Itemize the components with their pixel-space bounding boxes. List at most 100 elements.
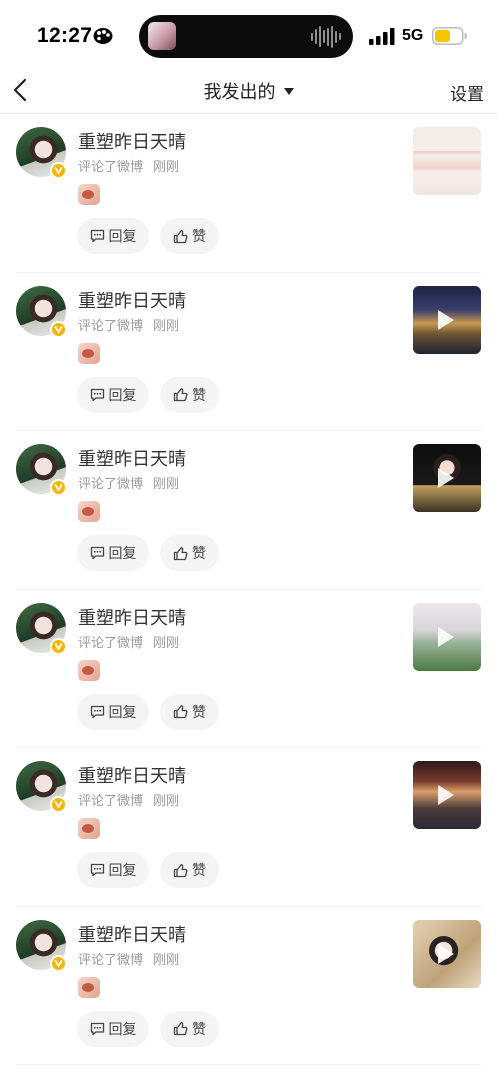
reply-label: 回复	[108, 1020, 137, 1037]
play-icon	[438, 785, 454, 805]
thumbs-up-icon	[173, 1022, 188, 1036]
like-label: 赞	[192, 862, 206, 878]
navigation-header: 我发出的 设置	[0, 70, 497, 114]
reply-button[interactable]: 回复	[77, 376, 149, 413]
chevron-down-icon	[283, 87, 294, 95]
like-button[interactable]: 赞	[160, 693, 219, 730]
verified-badge-icon	[50, 796, 67, 813]
username[interactable]: 重塑昨日天晴	[78, 921, 186, 947]
comment-icon	[90, 388, 104, 401]
like-button[interactable]: 赞	[160, 218, 219, 254]
post-thumbnail[interactable]	[413, 444, 481, 512]
thumbs-up-icon	[173, 705, 188, 719]
username[interactable]: 重塑昨日天晴	[78, 128, 186, 154]
username[interactable]: 重塑昨日天晴	[78, 762, 186, 788]
now-playing-thumbnail	[148, 22, 176, 50]
audio-wave-icon	[311, 25, 341, 48]
like-button[interactable]: 赞	[160, 852, 219, 888]
post-thumbnail[interactable]	[413, 285, 481, 354]
feed-item[interactable]: 重塑昨日天晴 评论了微博 刚刚 回复 赞	[16, 907, 481, 1065]
emoji-sticker-icon	[78, 976, 100, 998]
play-icon	[438, 626, 454, 647]
verified-badge-icon	[50, 637, 67, 655]
emoji-sticker-icon	[78, 501, 100, 522]
emoji-sticker-icon	[78, 659, 100, 681]
reply-label: 回复	[108, 228, 137, 244]
reply-label: 回复	[108, 862, 137, 878]
reply-button[interactable]: 回复	[77, 693, 149, 730]
activity-meta: 评论了微博 刚刚	[78, 949, 179, 968]
focus-mode-icon	[93, 28, 113, 44]
page-title-dropdown[interactable]: 我发出的	[0, 78, 497, 104]
like-button[interactable]: 赞	[160, 376, 219, 413]
like-label: 赞	[192, 228, 206, 244]
like-button[interactable]: 赞	[160, 535, 219, 571]
activity-action: 评论了微博	[78, 317, 144, 333]
verified-badge-icon	[50, 479, 67, 496]
cellular-signal-icon	[369, 28, 395, 45]
reply-button[interactable]: 回复	[77, 218, 149, 254]
battery-icon	[432, 27, 467, 45]
verified-badge-icon	[50, 162, 67, 179]
settings-button[interactable]: 设置	[450, 80, 484, 105]
activity-action: 评论了微博	[78, 793, 144, 808]
like-button[interactable]: 赞	[160, 1010, 219, 1047]
feed-item[interactable]: 重塑昨日天晴 评论了微博 刚刚 回复 赞	[16, 114, 481, 273]
activity-action: 评论了微博	[78, 951, 144, 967]
reply-button[interactable]: 回复	[77, 1010, 149, 1047]
verified-badge-icon	[50, 320, 67, 338]
activity-time: 刚刚	[153, 634, 180, 650]
verified-badge-icon	[50, 954, 67, 972]
activity-time: 刚刚	[153, 793, 180, 808]
post-thumbnail[interactable]	[413, 602, 481, 671]
like-label: 赞	[192, 545, 206, 561]
thumbs-up-icon	[173, 863, 188, 877]
comment-icon	[90, 229, 104, 243]
activity-meta: 评论了微博 刚刚	[78, 156, 179, 175]
like-label: 赞	[192, 386, 206, 403]
activity-time: 刚刚	[153, 159, 180, 174]
activity-meta: 评论了微博 刚刚	[78, 315, 179, 334]
page-title: 我发出的	[203, 82, 276, 102]
post-thumbnail[interactable]	[413, 919, 481, 988]
reply-button[interactable]: 回复	[77, 852, 149, 888]
like-label: 赞	[192, 703, 206, 720]
like-label: 赞	[192, 1020, 206, 1037]
thumbs-up-icon	[173, 388, 188, 402]
username[interactable]: 重塑昨日天晴	[78, 287, 186, 313]
post-thumbnail[interactable]	[413, 761, 481, 829]
comment-icon	[90, 863, 104, 877]
post-thumbnail[interactable]	[413, 127, 481, 195]
next-item-partial	[16, 1075, 481, 1080]
reply-label: 回复	[108, 386, 137, 403]
play-icon	[438, 943, 454, 964]
network-type: 5G	[402, 27, 424, 44]
feed-item[interactable]: 重塑昨日天晴 评论了微博 刚刚 回复 赞	[16, 431, 481, 590]
feed-item[interactable]: 重塑昨日天晴 评论了微博 刚刚 回复 赞	[16, 748, 481, 907]
comment-feed: 重塑昨日天晴 评论了微博 刚刚 回复 赞 重塑昨日天晴 评论了微博 刚刚 回复 …	[0, 114, 497, 1065]
activity-action: 评论了微博	[78, 476, 144, 491]
play-icon	[438, 309, 454, 330]
activity-meta: 评论了微博 刚刚	[78, 790, 179, 809]
thumbs-up-icon	[173, 546, 188, 560]
activity-action: 评论了微博	[78, 634, 144, 650]
feed-item[interactable]: 重塑昨日天晴 评论了微博 刚刚 回复 赞	[16, 590, 481, 748]
username[interactable]: 重塑昨日天晴	[78, 445, 186, 471]
activity-meta: 评论了微博 刚刚	[78, 632, 179, 651]
comment-icon	[90, 546, 104, 560]
emoji-sticker-icon	[78, 184, 100, 205]
comment-icon	[90, 705, 104, 718]
status-bar: 12:27 5G	[0, 0, 497, 70]
comment-icon	[90, 1022, 104, 1035]
reply-label: 回复	[108, 545, 137, 561]
emoji-sticker-icon	[78, 818, 100, 839]
activity-action: 评论了微博	[78, 159, 144, 174]
play-icon	[438, 468, 454, 488]
emoji-sticker-icon	[78, 342, 100, 364]
activity-time: 刚刚	[153, 951, 180, 967]
dynamic-island[interactable]	[139, 15, 353, 58]
username[interactable]: 重塑昨日天晴	[78, 604, 186, 630]
activity-meta: 评论了微博 刚刚	[78, 473, 179, 492]
reply-button[interactable]: 回复	[77, 535, 149, 571]
feed-item[interactable]: 重塑昨日天晴 评论了微博 刚刚 回复 赞	[16, 273, 481, 431]
